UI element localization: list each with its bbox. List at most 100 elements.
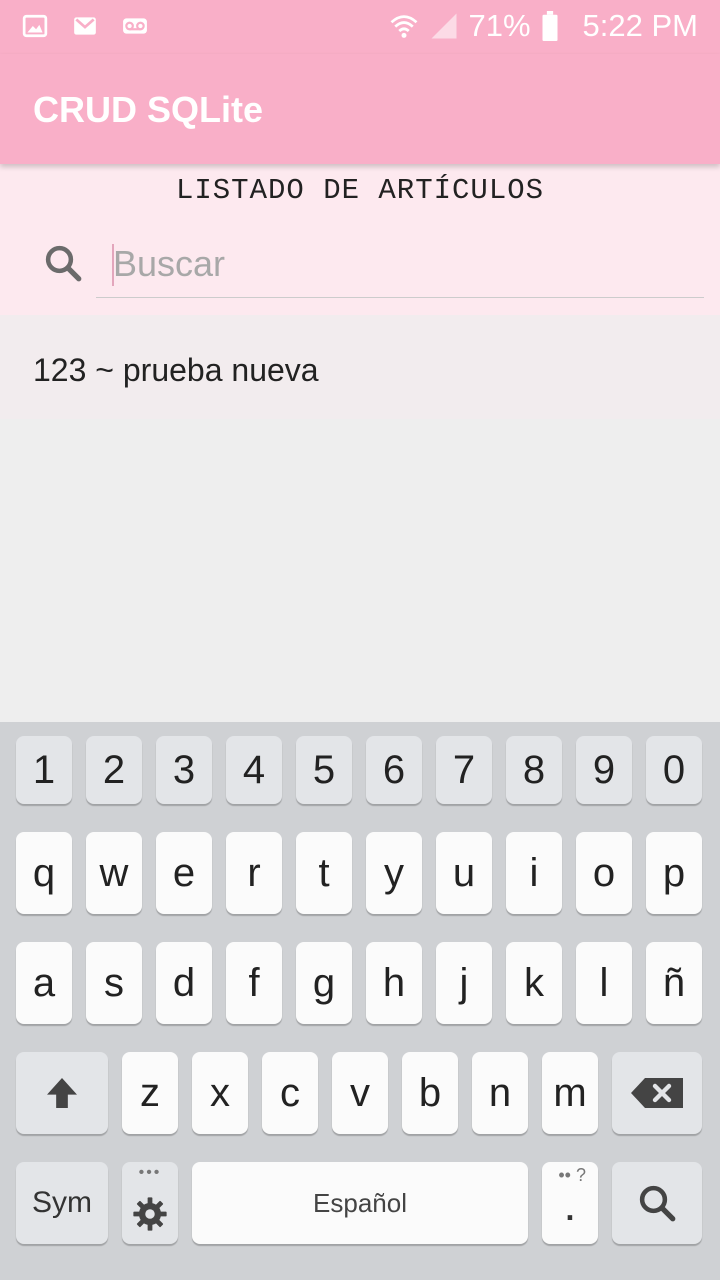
key-label: o xyxy=(592,850,616,895)
key-label: r xyxy=(247,850,261,895)
key-label: u xyxy=(452,850,476,895)
key-label: Español xyxy=(313,1187,407,1218)
key-t[interactable]: t xyxy=(296,832,352,914)
key-w[interactable]: w xyxy=(86,832,142,914)
key-p[interactable]: p xyxy=(646,832,702,914)
search-key[interactable] xyxy=(612,1162,702,1244)
key-label: d xyxy=(172,960,196,1005)
key-r[interactable]: r xyxy=(226,832,282,914)
key-j[interactable]: j xyxy=(436,942,492,1024)
wifi-icon xyxy=(390,15,417,38)
backspace-key[interactable] xyxy=(612,1052,702,1134)
key-a[interactable]: a xyxy=(16,942,72,1024)
key-label: h xyxy=(382,960,406,1005)
period-hint: •• ? xyxy=(558,1165,586,1185)
key-f[interactable]: f xyxy=(226,942,282,1024)
key-label: f xyxy=(248,960,260,1005)
key-label: p xyxy=(662,850,686,895)
key-y[interactable]: y xyxy=(366,832,422,914)
shift-key[interactable] xyxy=(16,1052,108,1134)
key-q[interactable]: q xyxy=(16,832,72,914)
key-label: k xyxy=(524,960,544,1005)
key-label: z xyxy=(140,1070,160,1115)
key-label: t xyxy=(318,850,330,895)
header-panel: LISTADO DE ARTÍCULOS Buscar xyxy=(0,164,720,315)
key-c[interactable]: c xyxy=(262,1052,318,1134)
key-label: y xyxy=(384,850,404,895)
key-b[interactable]: b xyxy=(402,1052,458,1134)
key-label: Sym xyxy=(32,1186,92,1219)
key-label: 0 xyxy=(662,747,686,792)
key-o[interactable]: o xyxy=(576,832,632,914)
period-key[interactable]: •• ? . xyxy=(542,1162,598,1244)
key-2[interactable]: 2 xyxy=(86,736,142,804)
key-label: 4 xyxy=(242,747,266,792)
gmail-icon xyxy=(74,17,96,35)
battery-icon xyxy=(542,11,558,41)
key-m[interactable]: m xyxy=(542,1052,598,1134)
key-l[interactable]: l xyxy=(576,942,632,1024)
key-u[interactable]: u xyxy=(436,832,492,914)
key-s[interactable]: s xyxy=(86,942,142,1024)
key-label: 7 xyxy=(452,747,476,792)
status-time: 5:22 PM xyxy=(582,8,698,43)
search-input[interactable]: Buscar xyxy=(96,234,704,298)
app-title: CRUD SQLite xyxy=(33,89,264,130)
key-label: j xyxy=(459,960,469,1005)
key-x[interactable]: x xyxy=(192,1052,248,1134)
key-6[interactable]: 6 xyxy=(366,736,422,804)
search-icon xyxy=(45,245,82,282)
battery-percent: 71% xyxy=(468,8,531,43)
key-label: q xyxy=(32,850,56,895)
key-i[interactable]: i xyxy=(506,832,562,914)
key-enye[interactable]: ñ xyxy=(646,942,702,1024)
key-label: w xyxy=(99,850,129,895)
section-title: LISTADO DE ARTÍCULOS xyxy=(175,174,545,207)
key-label: s xyxy=(104,960,124,1005)
space-key[interactable]: Español xyxy=(192,1162,528,1244)
list-item-label: 123 ~ prueba nueva xyxy=(33,352,319,388)
key-label: n xyxy=(488,1070,512,1115)
list-item[interactable]: 123 ~ prueba nueva xyxy=(0,315,720,419)
key-label: 3 xyxy=(172,747,196,792)
image-icon xyxy=(22,14,48,38)
key-3[interactable]: 3 xyxy=(156,736,212,804)
voicemail-icon xyxy=(123,18,147,34)
key-label: g xyxy=(312,960,336,1005)
key-label: c xyxy=(280,1070,300,1115)
key-7[interactable]: 7 xyxy=(436,736,492,804)
key-e[interactable]: e xyxy=(156,832,212,914)
key-5[interactable]: 5 xyxy=(296,736,352,804)
key-label: 5 xyxy=(312,747,336,792)
key-g[interactable]: g xyxy=(296,942,352,1024)
key-label: e xyxy=(172,850,196,895)
key-0[interactable]: 0 xyxy=(646,736,702,804)
signal-icon xyxy=(431,13,456,39)
key-4[interactable]: 4 xyxy=(226,736,282,804)
key-label: 9 xyxy=(592,747,616,792)
key-label: ñ xyxy=(662,960,686,1005)
key-label: 8 xyxy=(522,747,546,792)
key-h[interactable]: h xyxy=(366,942,422,1024)
key-label: b xyxy=(418,1070,442,1115)
status-bar: 71% 5:22 PM xyxy=(0,0,720,54)
key-1[interactable]: 1 xyxy=(16,736,72,804)
key-v[interactable]: v xyxy=(332,1052,388,1134)
key-d[interactable]: d xyxy=(156,942,212,1024)
key-label: 2 xyxy=(102,747,126,792)
key-8[interactable]: 8 xyxy=(506,736,562,804)
backspace-icon xyxy=(631,1078,683,1108)
settings-key[interactable]: ••• xyxy=(122,1162,178,1244)
key-label: l xyxy=(599,960,609,1005)
search-icon xyxy=(639,1185,676,1222)
key-k[interactable]: k xyxy=(506,942,562,1024)
key-z[interactable]: z xyxy=(122,1052,178,1134)
sym-key[interactable]: Sym xyxy=(16,1162,108,1244)
key-label: 6 xyxy=(382,747,406,792)
shift-arrow-icon xyxy=(47,1078,77,1108)
key-n[interactable]: n xyxy=(472,1052,528,1134)
app-bar: CRUD SQLite xyxy=(0,54,720,164)
key-label: . xyxy=(565,1191,575,1227)
key-9[interactable]: 9 xyxy=(576,736,632,804)
key-label: m xyxy=(553,1070,587,1115)
